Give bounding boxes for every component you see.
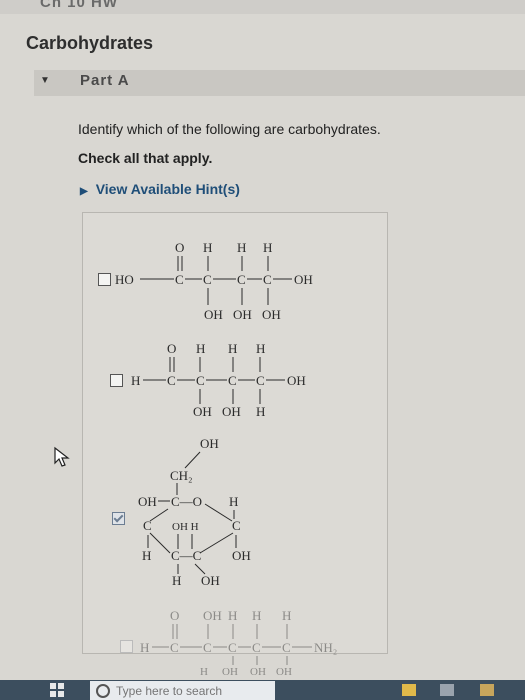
atom-label: H — [140, 640, 149, 655]
atom-label: H — [252, 608, 261, 623]
atom-label: OH — [203, 608, 222, 623]
atom-label: OH — [250, 666, 266, 678]
taskbar-search-box[interactable] — [90, 681, 276, 700]
atom-c: C — [282, 640, 291, 655]
atom-c: C — [228, 640, 237, 655]
taskbar-app-icon[interactable] — [402, 684, 416, 696]
option-4-structure: O OH H H H H C C C C C NH₂ H OH OH OH — [140, 608, 337, 678]
atom-label: NH₂ — [314, 640, 337, 655]
taskbar-app-icon[interactable] — [440, 684, 454, 696]
windows-start-icon[interactable] — [50, 683, 64, 697]
atom-c: C — [252, 640, 261, 655]
atom-label: H — [228, 608, 237, 623]
atom-label: O — [170, 608, 179, 623]
cortana-icon — [96, 684, 110, 698]
taskbar-search-input[interactable] — [114, 682, 276, 700]
atom-label: OH — [222, 666, 238, 678]
atom-label: H — [200, 666, 208, 678]
taskbar-app-icon[interactable] — [480, 684, 494, 696]
atom-label: OH — [276, 666, 292, 678]
atom-c: C — [203, 640, 212, 655]
atom-c: C — [170, 640, 179, 655]
atom-label: H — [282, 608, 291, 623]
mouse-pointer-icon — [54, 446, 70, 467]
